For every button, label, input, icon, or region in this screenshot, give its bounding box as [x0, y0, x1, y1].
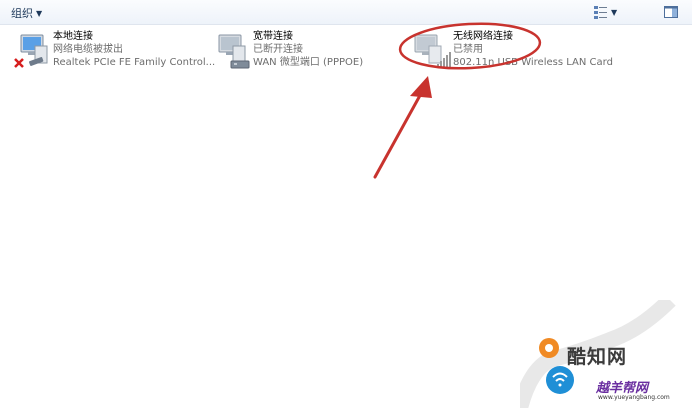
- watermark-brand-text: 酷知网: [567, 346, 628, 368]
- watermark-site-url: www.yueyangbang.com: [598, 394, 670, 401]
- arrow-head-icon: [410, 76, 432, 98]
- arrow-shaft: [373, 88, 425, 179]
- highlight-circle: [398, 22, 542, 70]
